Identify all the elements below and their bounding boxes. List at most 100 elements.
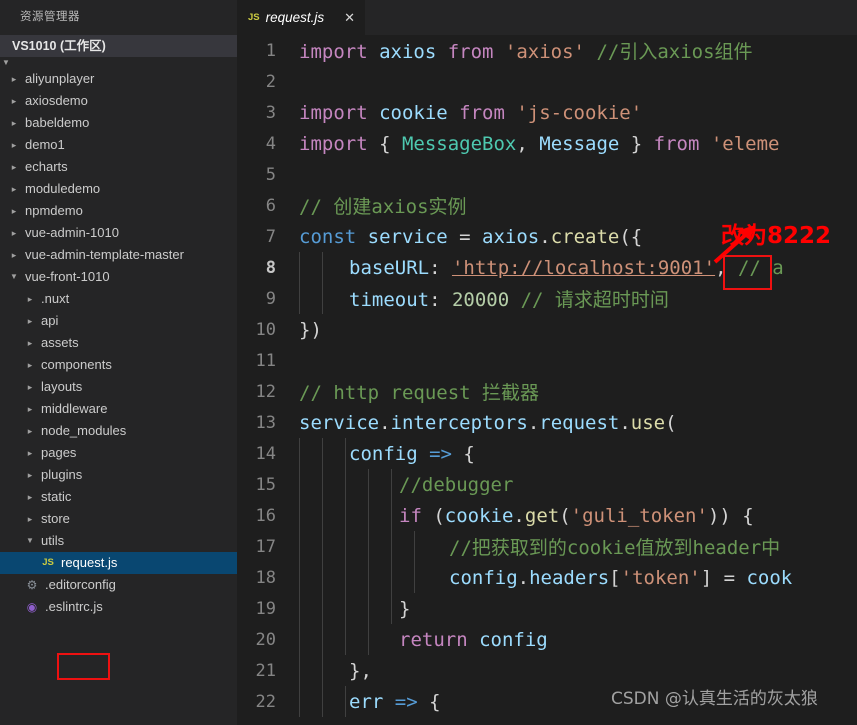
chevron-right-icon[interactable]: ▸ <box>24 332 36 354</box>
code-content[interactable]: const service = axios.create({ <box>299 226 642 248</box>
tree-item-folder-vue-admin-template-master[interactable]: ▸ vue-admin-template-master <box>0 244 237 266</box>
code-line[interactable]: 13 service.interceptors.request.use( <box>237 407 857 438</box>
tree-item-folder-moduledemo[interactable]: ▸ moduledemo <box>0 178 237 200</box>
chevron-right-icon[interactable]: ▸ <box>24 486 36 508</box>
tree-item-folder-pages[interactable]: ▸ pages <box>0 442 237 464</box>
chevron-right-icon[interactable]: ▸ <box>8 156 20 178</box>
chevron-right-icon[interactable]: ▸ <box>24 310 36 332</box>
code-line[interactable]: 14 config => { <box>237 438 857 469</box>
code-line[interactable]: 5 <box>237 159 857 190</box>
chevron-right-icon[interactable]: ▸ <box>24 376 36 398</box>
tab-request-js[interactable]: JS request.js ✕ <box>237 0 367 35</box>
tree-item-folder-api[interactable]: ▸ api <box>0 310 237 332</box>
chevron-right-icon[interactable]: ▸ <box>8 112 20 134</box>
tree-item-folder-babeldemo[interactable]: ▸ babeldemo <box>0 112 237 134</box>
workspace-header[interactable]: VS1010 (工作区) <box>0 35 237 57</box>
chevron-right-icon[interactable]: ▸ <box>8 68 20 90</box>
code-token: , <box>516 132 540 155</box>
code-content[interactable]: baseURL: 'http://localhost:9001', // a <box>299 257 784 279</box>
code-content[interactable]: } <box>299 598 410 620</box>
chevron-right-icon[interactable]: ▸ <box>24 420 36 442</box>
code-content[interactable]: //debugger <box>299 474 513 496</box>
tree-item-root[interactable]: ▼VS1010 <box>0 57 237 68</box>
code-content[interactable]: import axios from 'axios' //引入axios组件 <box>299 37 753 64</box>
tree-item-folder-nuxt[interactable]: ▸ .nuxt <box>0 288 237 310</box>
chevron-down-icon[interactable]: ▼ <box>8 266 20 288</box>
code-content[interactable]: import { MessageBox, Message } from 'ele… <box>299 133 780 155</box>
chevron-right-icon[interactable]: ▸ <box>24 508 36 530</box>
chevron-right-icon[interactable]: ▸ <box>8 244 20 266</box>
code-line[interactable]: 7 const service = axios.create({ <box>237 221 857 252</box>
tree-item-folder-store[interactable]: ▸ store <box>0 508 237 530</box>
code-line[interactable]: 15 //debugger <box>237 469 857 500</box>
line-number: 2 <box>265 71 276 92</box>
code-content[interactable]: import cookie from 'js-cookie' <box>299 102 642 124</box>
code-line[interactable]: 1 import axios from 'axios' //引入axios组件 <box>237 35 857 66</box>
tree-item-folder-components[interactable]: ▸ components <box>0 354 237 376</box>
code-content[interactable]: // http request 拦截器 <box>299 378 539 405</box>
code-line[interactable]: 2 <box>237 66 857 97</box>
file-tree[interactable]: ▼VS1010▸aliyunplayer▸axiosdemo▸babeldemo… <box>0 57 237 618</box>
code-line[interactable]: 18 config.headers['token'] = cook <box>237 562 857 593</box>
tree-item-folder-npmdemo[interactable]: ▸ npmdemo <box>0 200 237 222</box>
chevron-right-icon[interactable]: ▸ <box>8 178 20 200</box>
chevron-right-icon[interactable]: ▸ <box>8 222 20 244</box>
code-content[interactable]: err => { <box>299 691 441 713</box>
tree-item-folder-static[interactable]: ▸ static <box>0 486 237 508</box>
tree-item-label: store <box>41 511 70 526</box>
tree-item-file-request-js[interactable]: JS request.js <box>0 552 237 574</box>
code-line[interactable]: 6 // 创建axios实例 <box>237 190 857 221</box>
code-line[interactable]: 12 // http request 拦截器 <box>237 376 857 407</box>
code-line[interactable]: 3 import cookie from 'js-cookie' <box>237 97 857 128</box>
chevron-down-icon[interactable]: ▼ <box>24 530 36 552</box>
code-editor[interactable]: 1 import axios from 'axios' //引入axios组件 2 3… <box>237 35 857 725</box>
close-icon[interactable]: ✕ <box>344 11 355 24</box>
tree-item-folder-utils[interactable]: ▼ utils <box>0 530 237 552</box>
chevron-right-icon[interactable]: ▸ <box>24 354 36 376</box>
tree-item-file-editorconfig[interactable]: ⚙ .editorconfig <box>0 574 237 596</box>
tree-item-folder-layouts[interactable]: ▸ layouts <box>0 376 237 398</box>
code-line[interactable]: 11 <box>237 345 857 376</box>
chevron-right-icon[interactable]: ▸ <box>8 90 20 112</box>
code-content[interactable]: //把获取到的cookie值放到header中 <box>299 533 780 560</box>
chevron-right-icon[interactable]: ▸ <box>8 134 20 156</box>
code-token: MessageBox <box>401 132 517 155</box>
tree-item-label: moduledemo <box>25 181 101 196</box>
tree-item-folder-vue-admin-1010[interactable]: ▸ vue-admin-1010 <box>0 222 237 244</box>
code-line[interactable]: 8 baseURL: 'http://localhost:9001', // a <box>237 252 857 283</box>
chevron-right-icon[interactable]: ▸ <box>24 288 36 310</box>
tree-item-folder-node-modules[interactable]: ▸ node_modules <box>0 420 237 442</box>
indent-guide <box>299 531 300 562</box>
code-content[interactable]: }, <box>299 660 372 682</box>
tree-item-folder-echarts[interactable]: ▸ echarts <box>0 156 237 178</box>
code-line[interactable]: 10}) <box>237 314 857 345</box>
chevron-right-icon[interactable]: ▸ <box>8 200 20 222</box>
tree-item-folder-vue-front-1010[interactable]: ▼ vue-front-1010 <box>0 266 237 288</box>
tree-item-folder-middleware[interactable]: ▸ middleware <box>0 398 237 420</box>
code-content[interactable]: }) <box>299 319 322 341</box>
code-line[interactable]: 9 timeout: 20000 // 请求超时时间 <box>237 283 857 314</box>
code-content[interactable]: config => { <box>299 443 475 465</box>
code-content[interactable]: timeout: 20000 // 请求超时时间 <box>299 285 669 312</box>
code-line[interactable]: 4 import { MessageBox, Message } from 'el… <box>237 128 857 159</box>
code-token: . <box>517 566 530 589</box>
tree-item-folder-plugins[interactable]: ▸ plugins <box>0 464 237 486</box>
chevron-right-icon[interactable]: ▸ <box>24 464 36 486</box>
tree-item-folder-assets[interactable]: ▸ assets <box>0 332 237 354</box>
code-line[interactable]: 17 //把获取到的cookie值放到header中 <box>237 531 857 562</box>
code-line[interactable]: 22 err => { <box>237 686 857 717</box>
chevron-right-icon[interactable]: ▸ <box>24 442 36 464</box>
code-line[interactable]: 19} <box>237 593 857 624</box>
code-line[interactable]: 21}, <box>237 655 857 686</box>
code-content[interactable]: return config <box>299 629 548 651</box>
code-line[interactable]: 16 if (cookie.get('guli_token')) { <box>237 500 857 531</box>
tree-item-folder-axiosdemo[interactable]: ▸ axiosdemo <box>0 90 237 112</box>
tree-item-file-eslintrc-js[interactable]: ◉ .eslintrc.js <box>0 596 237 618</box>
code-content[interactable]: service.interceptors.request.use( <box>299 412 677 434</box>
tree-item-folder-demo1[interactable]: ▸ demo1 <box>0 134 237 156</box>
chevron-right-icon[interactable]: ▸ <box>24 398 36 420</box>
code-content[interactable]: // 创建axios实例 <box>299 192 467 219</box>
code-line[interactable]: 20 return config <box>237 624 857 655</box>
tree-item-folder-aliyunplayer[interactable]: ▸ aliyunplayer <box>0 68 237 90</box>
code-content[interactable]: config.headers['token'] = cook <box>299 567 792 589</box>
